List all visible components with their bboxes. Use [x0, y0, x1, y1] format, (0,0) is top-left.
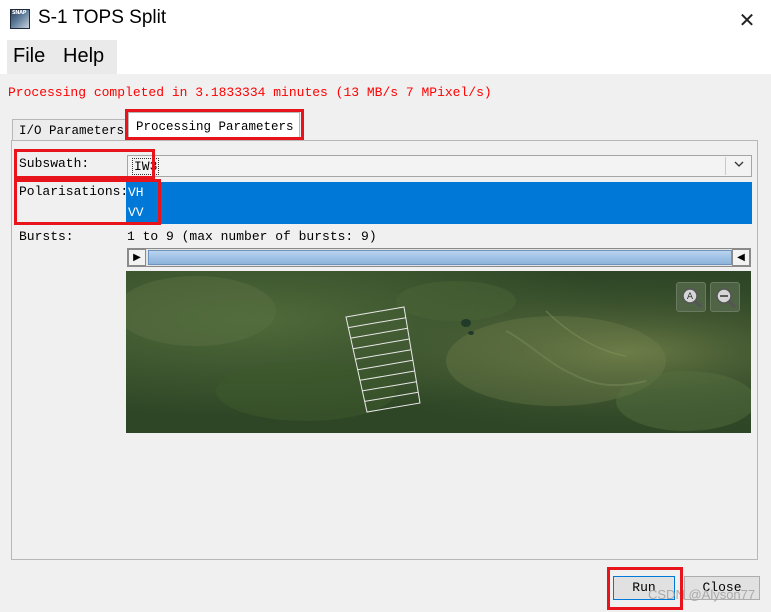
polarisation-item-vh[interactable]: VH [128, 185, 144, 200]
app-icon-text: SNAP [12, 10, 27, 16]
title-bar: SNAP S-1 TOPS Split ✕ [0, 0, 771, 40]
subswath-select[interactable]: IW3 [127, 155, 752, 177]
polarisations-list[interactable]: VH VV [126, 182, 752, 224]
zoom-in-icon[interactable]: A [676, 282, 706, 312]
tab-processing-parameters[interactable]: Processing Parameters [128, 112, 300, 139]
combo-separator [725, 157, 726, 175]
polarisation-item-vv[interactable]: VV [128, 205, 144, 220]
svg-text:A: A [687, 292, 694, 302]
subswath-label: Subswath: [19, 156, 90, 171]
satellite-map-image [126, 271, 751, 433]
bursts-range-text: 1 to 9 (max number of bursts: 9) [127, 229, 377, 244]
window-close-button[interactable]: ✕ [732, 6, 762, 34]
menu-bar: File Help [0, 40, 771, 74]
menu-help[interactable]: Help [63, 45, 104, 68]
slider-left-arrow-icon[interactable]: ▶ [128, 249, 146, 266]
slider-right-arrow-icon[interactable]: ◀ [732, 249, 750, 266]
zoom-out-icon[interactable] [710, 282, 740, 312]
menu-file[interactable]: File [13, 45, 45, 68]
bursts-range-slider[interactable]: ▶ ◀ [127, 248, 751, 267]
tab-io-parameters[interactable]: I/O Parameters [12, 119, 126, 141]
slider-thumb[interactable] [148, 250, 732, 265]
subswath-value: IW3 [132, 158, 160, 175]
burst-map-preview[interactable]: A [126, 271, 751, 433]
chevron-down-icon[interactable] [730, 157, 748, 175]
polarisations-label: Polarisations: [19, 184, 129, 199]
window-title: S-1 TOPS Split [38, 7, 167, 28]
status-message: Processing completed in 3.1833334 minute… [8, 85, 492, 100]
watermark-text: CSDN @Alyson77 [648, 587, 756, 602]
bursts-label: Bursts: [19, 229, 74, 244]
snap-app-icon: SNAP [10, 9, 30, 29]
